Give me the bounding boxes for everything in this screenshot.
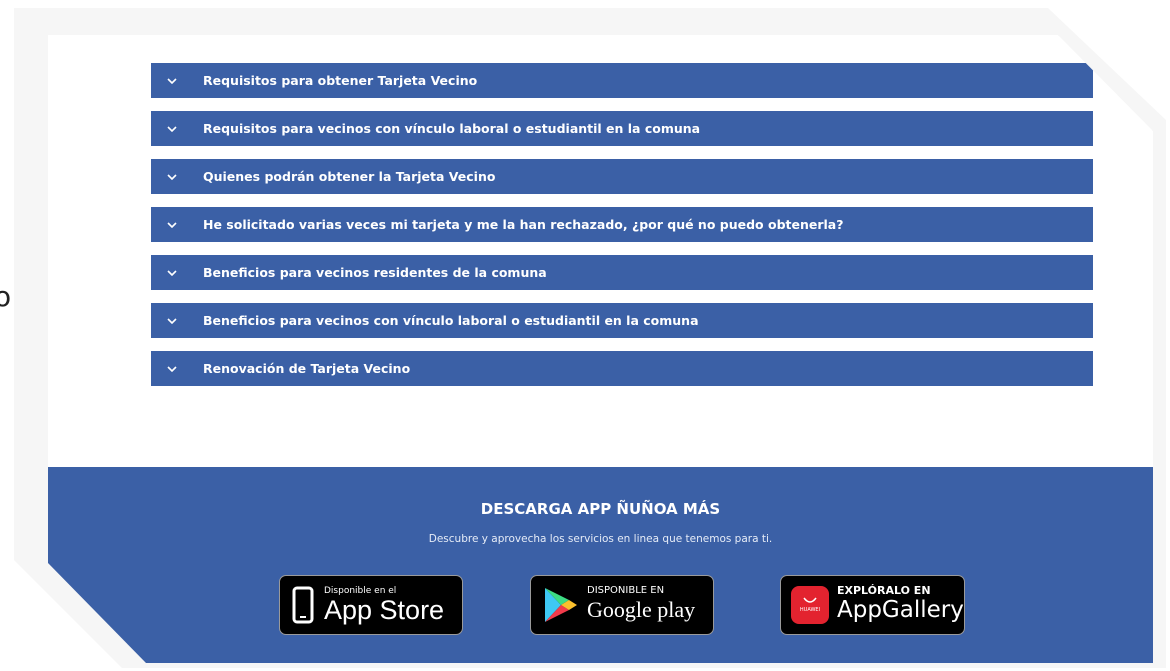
chevron-down-icon xyxy=(165,269,179,276)
appgallery-big-text: AppGallery xyxy=(837,597,964,623)
google-play-small-text: DISPONIBLE EN xyxy=(587,585,665,596)
accordion-item-quienes[interactable]: Quienes podrán obtener la Tarjeta Vecino xyxy=(151,159,1093,194)
app-download-footer: DESCARGA APP ÑUÑOA MÁS Descubre y aprove… xyxy=(48,467,1153,663)
app-store-big-text: App Store xyxy=(324,595,445,625)
app-store-badge[interactable]: Disponible en el App Store xyxy=(279,575,463,635)
accordion-item-label: He solicitado varias veces mi tarjeta y … xyxy=(203,217,844,232)
chevron-down-icon xyxy=(165,317,179,324)
screenshot-frame: Requisitos para obtener Tarjeta Vecino R… xyxy=(14,8,1166,668)
faq-accordion: Requisitos para obtener Tarjeta Vecino R… xyxy=(151,63,1093,399)
google-play-big-text: Google play xyxy=(587,597,696,622)
huawei-brand-label: HUAWEI xyxy=(799,607,821,613)
accordion-item-renovacion[interactable]: Renovación de Tarjeta Vecino xyxy=(151,351,1093,386)
accordion-item-rechazado[interactable]: He solicitado varias veces mi tarjeta y … xyxy=(151,207,1093,242)
play-triangle-icon xyxy=(543,586,579,624)
accordion-item-label: Beneficios para vecinos residentes de la… xyxy=(203,265,547,280)
chevron-down-icon xyxy=(165,221,179,228)
appgallery-badge[interactable]: HUAWEI EXPLÓRALO EN AppGallery xyxy=(780,575,965,635)
huawei-bag-icon: HUAWEI xyxy=(791,586,829,624)
chevron-down-icon xyxy=(165,365,179,372)
accordion-item-beneficios-vinculo[interactable]: Beneficios para vecinos con vínculo labo… xyxy=(151,303,1093,338)
accordion-item-requisitos-vinculo[interactable]: Requisitos para vecinos con vínculo labo… xyxy=(151,111,1093,146)
chevron-down-icon xyxy=(165,125,179,132)
chevron-down-icon xyxy=(165,77,179,84)
page-content: Requisitos para obtener Tarjeta Vecino R… xyxy=(48,35,1153,663)
accordion-item-label: Requisitos para obtener Tarjeta Vecino xyxy=(203,73,478,88)
appgallery-small-text: EXPLÓRALO EN xyxy=(837,584,931,597)
footer-subtitle: Descubre y aprovecha los servicios en li… xyxy=(428,533,773,545)
accordion-item-requisitos[interactable]: Requisitos para obtener Tarjeta Vecino xyxy=(151,63,1093,98)
accordion-item-label: Quienes podrán obtener la Tarjeta Vecino xyxy=(203,169,496,184)
accordion-item-beneficios-residentes[interactable]: Beneficios para vecinos residentes de la… xyxy=(151,255,1093,290)
chevron-down-icon xyxy=(165,173,179,180)
google-play-badge[interactable]: DISPONIBLE EN Google play xyxy=(530,575,714,635)
footer-title: DESCARGA APP ÑUÑOA MÁS xyxy=(480,500,721,518)
accordion-item-label: Requisitos para vecinos con vínculo labo… xyxy=(203,121,701,136)
phone-icon xyxy=(292,586,314,624)
store-badges: Disponible en el App Store DISPONIBLE EN… xyxy=(48,575,1153,637)
accordion-item-label: Renovación de Tarjeta Vecino xyxy=(203,361,411,376)
stray-text-fragment: o xyxy=(0,280,12,313)
accordion-item-label: Beneficios para vecinos con vínculo labo… xyxy=(203,313,699,328)
